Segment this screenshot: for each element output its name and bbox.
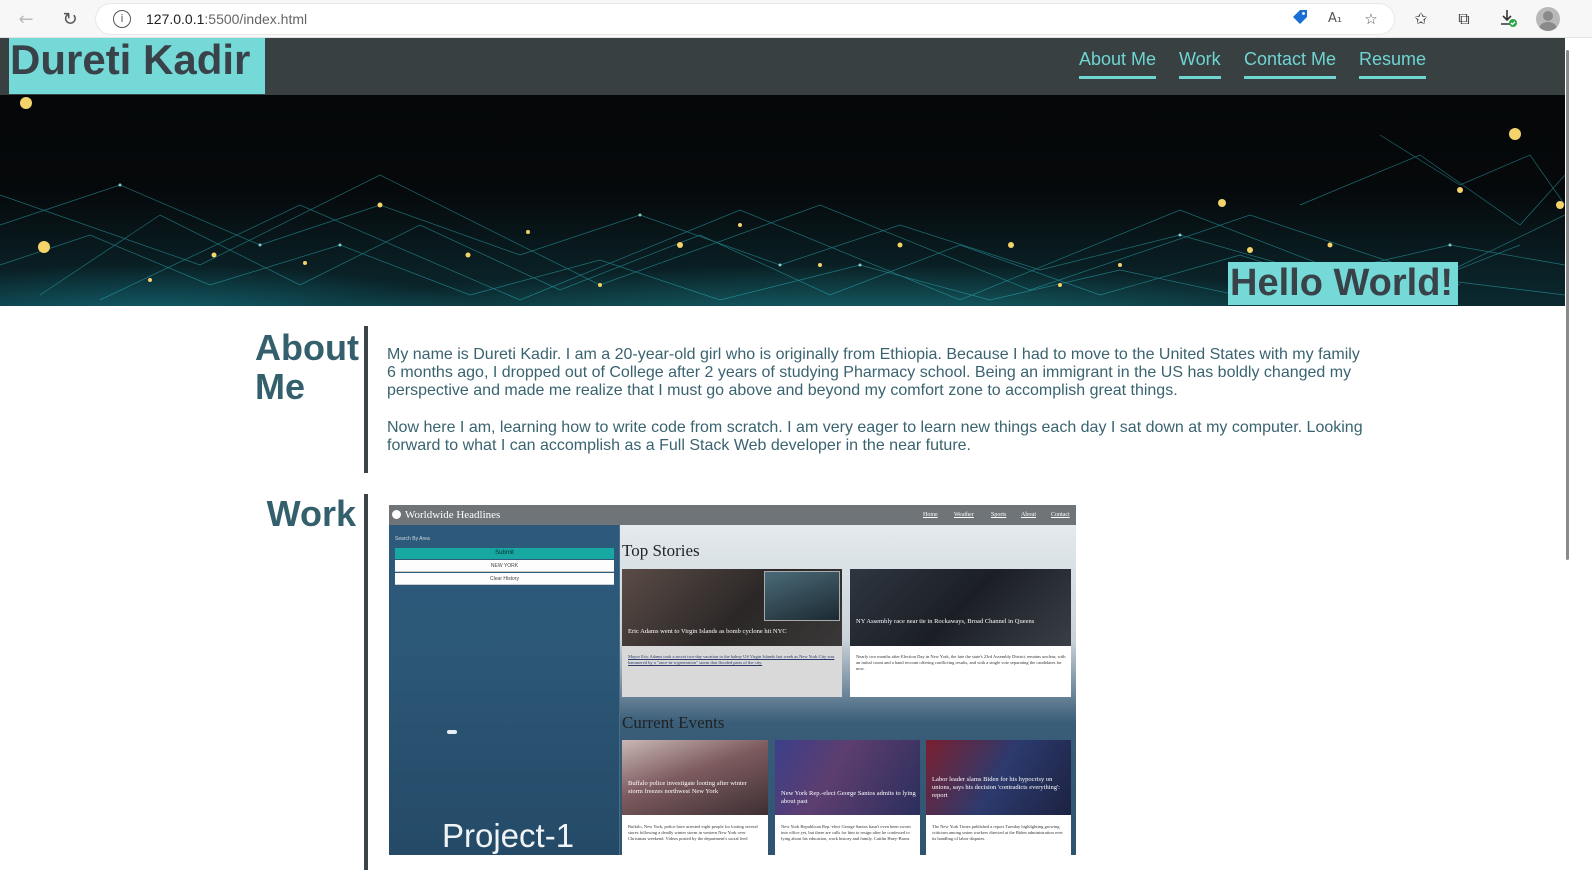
project-nav-contact: Contact [1051, 512, 1070, 518]
about-paragraph-1: My name is Dureti Kadir. I am a 20-year-… [387, 346, 1360, 399]
about-divider [364, 326, 368, 473]
project-nav-sports: Sports [991, 512, 1007, 518]
top-story-headline: NY Assembly race near tie in Rockaways, … [856, 618, 1035, 625]
nav-link-resume[interactable]: Resume [1359, 49, 1427, 79]
profile-avatar-icon[interactable] [1536, 7, 1560, 31]
globe-icon [392, 510, 401, 519]
nav-link-work[interactable]: Work [1179, 49, 1221, 79]
boat-image [447, 730, 457, 734]
current-event-body: Buffalo, New York, police have arrested … [628, 824, 758, 841]
top-story-image [850, 569, 1071, 646]
top-story-card: Eric Adams went to Virgin Islands as bom… [622, 569, 842, 697]
top-story-headline: Eric Adams went to Virgin Islands as bom… [628, 628, 787, 635]
nav-link-contact-me[interactable]: Contact Me [1244, 49, 1337, 79]
hero-greeting: Hello World! [1228, 262, 1459, 305]
project-clear-history: Clear History [395, 573, 614, 585]
url-path: :5500/index.html [204, 11, 308, 27]
downloads-icon[interactable] [1497, 8, 1519, 30]
top-story-inset-image [764, 571, 840, 621]
project-nav-home: Home [923, 512, 938, 518]
current-event-card: Buffalo police investigate looting after… [622, 740, 768, 855]
project-app-title: Worldwide Headlines [405, 509, 501, 521]
project-app-navbar: Worldwide Headlines Home Weather Sports … [389, 505, 1076, 525]
about-paragraph-2: Now here I am, learning how to write cod… [387, 419, 1363, 454]
site-header: Dureti Kadir About Me Work Contact Me Re… [0, 38, 1565, 95]
project-nav-weather: Weather [954, 512, 974, 518]
project-main-content: Top Stories Eric Adams went to Virgin Is… [620, 525, 1076, 855]
add-favorite-icon[interactable]: ☆ [1360, 8, 1382, 30]
top-stories-heading: Top Stories [622, 541, 700, 560]
project-label[interactable]: Project-1 [442, 818, 574, 854]
url-text[interactable]: 127.0.0.1:5500/index.html [146, 11, 307, 27]
current-event-image [622, 740, 768, 815]
browser-toolbar: ← ↻ i 127.0.0.1:5500/index.html A₁ ☆ ✩ ⧉ [0, 0, 1592, 38]
about-heading-line1: About [255, 327, 359, 368]
about-me-text: My name is Dureti Kadir. I am a 20-year-… [387, 346, 1372, 455]
top-story-card: NY Assembly race near tie in Rockaways, … [850, 569, 1071, 697]
top-story-body: Mayor Eric Adams took a secret two-day v… [628, 654, 835, 665]
project-nav-about: About [1021, 512, 1036, 518]
work-heading: Work [266, 493, 356, 534]
current-event-body: New York Republican Rep.-elect George Sa… [781, 824, 911, 841]
current-event-headline: Buffalo police investigate looting after… [628, 780, 747, 795]
read-aloud-icon[interactable]: A₁ [1324, 8, 1346, 30]
reload-icon[interactable]: ↻ [58, 7, 82, 31]
favorites-icon[interactable]: ✩ [1410, 8, 1432, 30]
url-host: 127.0.0.1 [146, 11, 205, 27]
collections-icon[interactable]: ⧉ [1453, 8, 1475, 30]
project-sidebar: Search By Area Submit NEW YORK Clear His… [389, 525, 619, 855]
address-bar[interactable]: i 127.0.0.1:5500/index.html A₁ ☆ [96, 4, 1394, 34]
current-event-card: New York Rep.-elect George Santos admits… [775, 740, 920, 855]
about-heading-line2: Me [255, 366, 306, 407]
site-title: Dureti Kadir [9, 38, 265, 94]
current-event-headline: Labor leader slams Biden for his hypocri… [932, 776, 1060, 799]
back-arrow-icon[interactable]: ← [14, 7, 38, 31]
current-event-headline: New York Rep.-elect George Santos admits… [781, 790, 916, 805]
tag-icon[interactable] [1289, 8, 1311, 30]
current-events-heading: Current Events [622, 713, 725, 732]
project-history-item: NEW YORK [395, 560, 614, 572]
scrollbar-thumb[interactable] [1566, 50, 1569, 560]
about-me-heading: About Me [255, 327, 359, 407]
project-submit-button: Submit [395, 548, 614, 559]
project-1-card[interactable]: Worldwide Headlines Home Weather Sports … [389, 505, 1076, 855]
nav-link-about-me[interactable]: About Me [1079, 49, 1157, 79]
site-info-icon[interactable]: i [113, 10, 131, 28]
scrollbar-track[interactable] [1565, 38, 1592, 870]
project-search-hint: Search By Area [395, 536, 430, 542]
top-story-body: Nearly two months after Election Day in … [856, 654, 1066, 671]
current-event-card: Labor leader slams Biden for his hypocri… [926, 740, 1071, 855]
current-event-body: The New York Times published a report Tu… [932, 824, 1063, 841]
work-divider [364, 494, 368, 870]
